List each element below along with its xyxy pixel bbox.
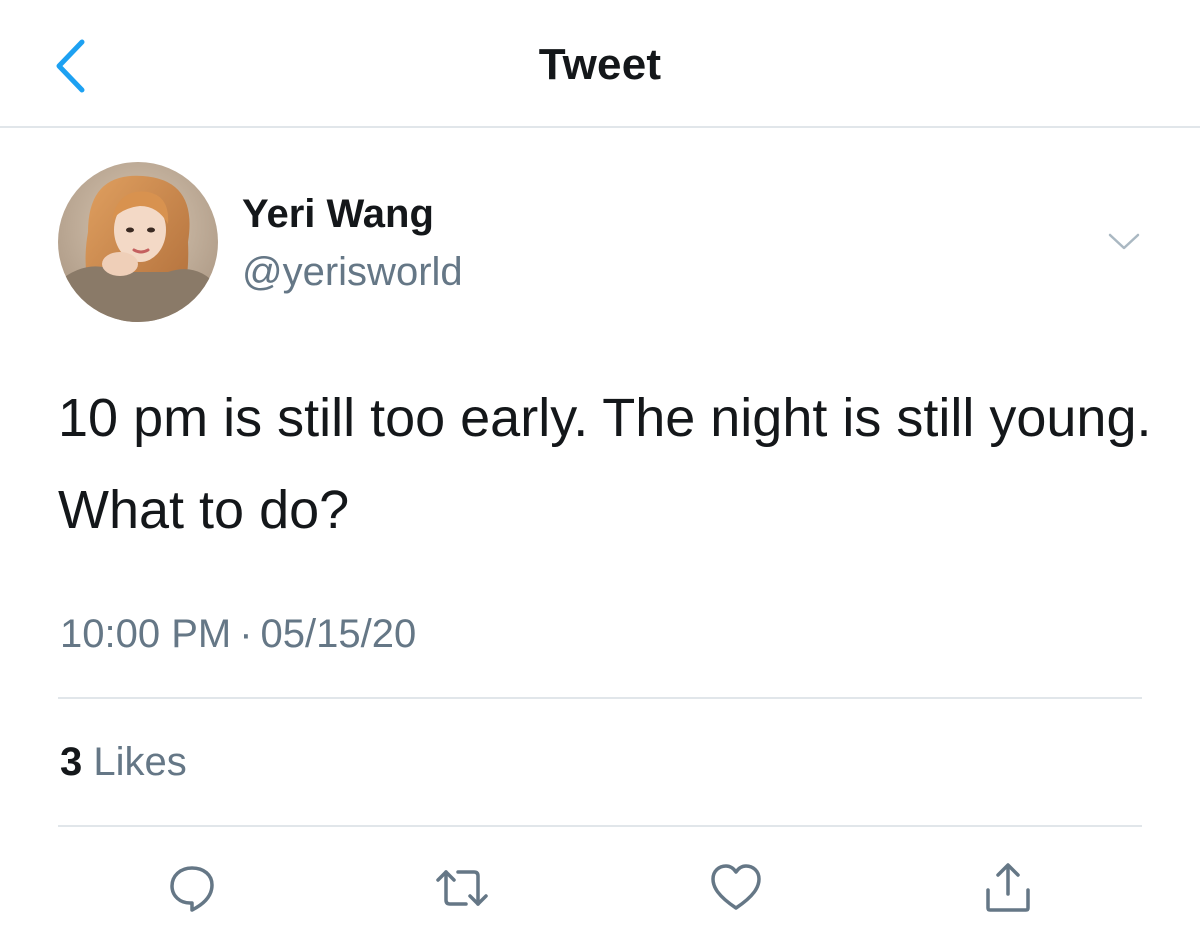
likes-count-link[interactable]: 3 Likes <box>60 740 187 785</box>
author-display-name[interactable]: Yeri Wang <box>242 192 434 237</box>
top-navigation-bar: Tweet <box>0 0 1200 128</box>
likes-count: 3 <box>60 740 83 784</box>
reply-bubble-icon <box>170 866 214 912</box>
divider <box>58 825 1142 827</box>
tweet-options-button[interactable] <box>1100 222 1148 262</box>
avatar-image <box>58 162 218 322</box>
tweet-date: 05/15/20 <box>260 612 417 656</box>
tweet-text: 10 pm is still too early. The night is s… <box>58 388 1152 540</box>
chevron-down-icon <box>1108 233 1140 250</box>
timestamp-separator: · <box>239 612 253 656</box>
tweet-timestamp: 10:00 PM · 05/15/20 <box>60 612 416 657</box>
tweet-detail-screen: Tweet Yeri Wang @yerisworld 10 pm is sti… <box>0 0 1200 952</box>
divider <box>58 697 1142 699</box>
share-button[interactable] <box>976 856 1040 920</box>
retweet-button[interactable] <box>430 856 494 920</box>
page-title: Tweet <box>538 40 662 89</box>
retweet-icon <box>436 870 488 906</box>
author-handle[interactable]: @yerisworld <box>242 250 463 295</box>
likes-label: Likes <box>93 740 187 784</box>
heart-icon <box>711 864 761 910</box>
reply-button[interactable] <box>160 856 224 920</box>
share-icon <box>986 863 1030 912</box>
tweet-time: 10:00 PM <box>60 612 232 656</box>
avatar[interactable] <box>58 162 218 322</box>
like-button[interactable] <box>704 856 768 920</box>
